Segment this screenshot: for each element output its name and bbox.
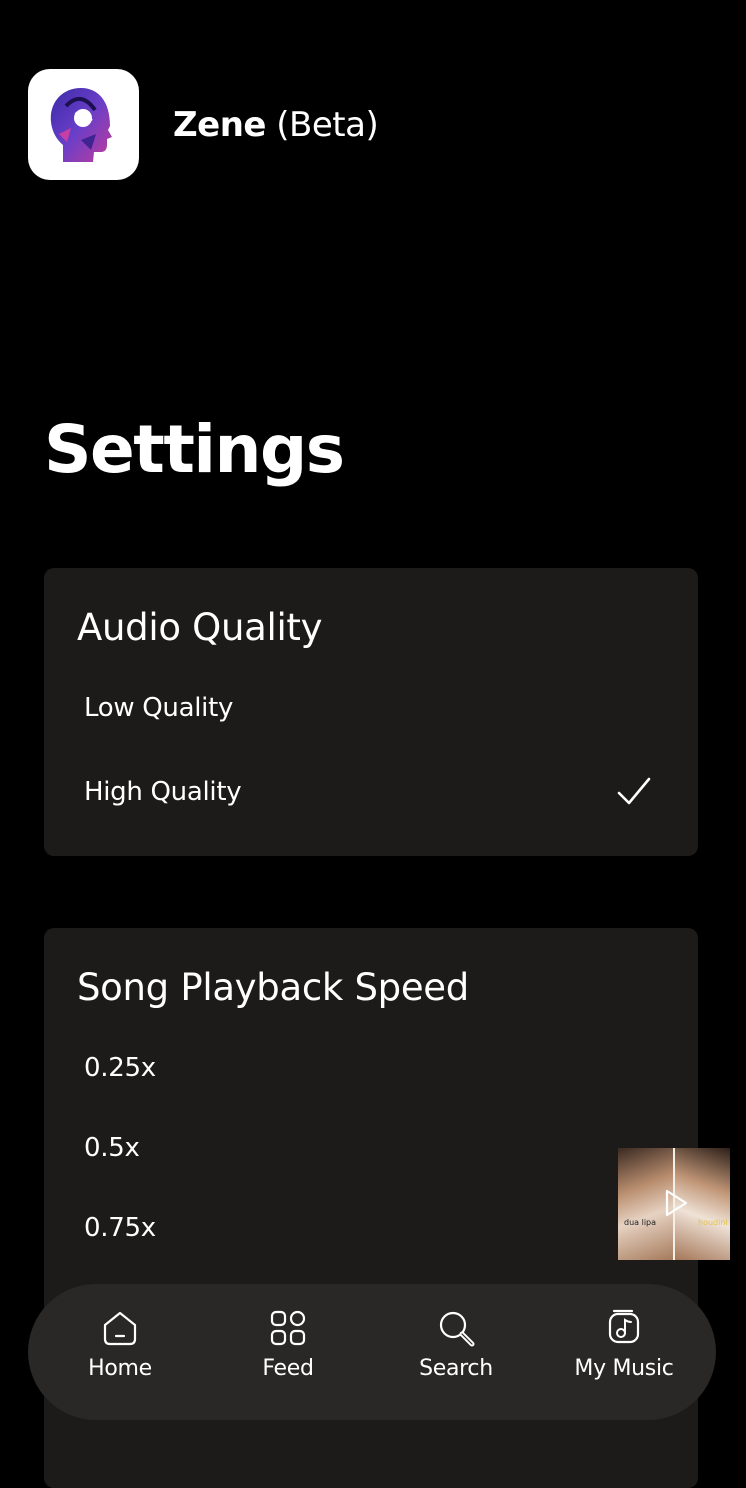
music-note-icon	[608, 1309, 640, 1344]
nav-item-search[interactable]: Search	[372, 1284, 540, 1420]
audio-quality-title: Audio Quality	[77, 606, 323, 649]
check-icon	[617, 777, 651, 805]
head-silhouette-logo-icon	[50, 87, 112, 162]
home-icon	[103, 1311, 137, 1346]
audio-quality-card: Audio Quality Low Quality High Quality	[44, 568, 698, 856]
option-speed-05[interactable]: 0.5x	[44, 1120, 698, 1176]
beta-label: (Beta)	[276, 104, 379, 145]
app-logo[interactable]	[28, 69, 139, 180]
app-header: Zene (Beta)	[28, 69, 379, 180]
nav-item-home[interactable]: Home	[36, 1284, 204, 1420]
album-artist-text: dua lipa	[624, 1218, 657, 1227]
nav-item-my-music[interactable]: My Music	[540, 1284, 708, 1420]
option-high-quality[interactable]: High Quality	[44, 764, 698, 820]
mini-player[interactable]: dua lipa houdini	[618, 1148, 730, 1260]
option-label: 0.25x	[84, 1053, 156, 1083]
option-low-quality[interactable]: Low Quality	[44, 680, 698, 736]
option-speed-025[interactable]: 0.25x	[44, 1040, 698, 1096]
app-name-label: Zene	[173, 104, 266, 145]
search-icon	[439, 1311, 475, 1347]
playback-speed-title: Song Playback Speed	[77, 966, 469, 1009]
nav-item-feed[interactable]: Feed	[204, 1284, 372, 1420]
nav-label: My Music	[574, 1356, 674, 1381]
nav-label: Home	[88, 1356, 152, 1381]
grid-icon	[270, 1310, 306, 1346]
album-title-text: houdini	[698, 1218, 728, 1227]
option-label: 0.75x	[84, 1213, 156, 1243]
nav-label: Feed	[262, 1356, 314, 1381]
app-name: Zene (Beta)	[173, 104, 379, 145]
bottom-navigation: Home Feed Search My Music	[28, 1284, 716, 1420]
page-title: Settings	[44, 411, 345, 488]
option-label: High Quality	[84, 777, 242, 807]
play-icon[interactable]	[658, 1186, 692, 1220]
option-label: Low Quality	[84, 693, 234, 723]
option-label: 0.5x	[84, 1133, 140, 1163]
nav-label: Search	[419, 1356, 493, 1381]
option-speed-075[interactable]: 0.75x	[44, 1200, 698, 1256]
